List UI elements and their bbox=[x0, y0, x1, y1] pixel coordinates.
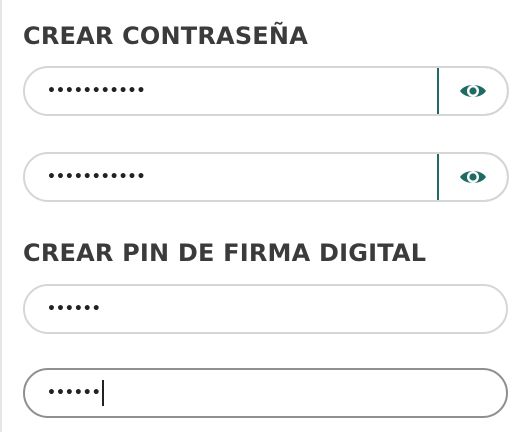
left-edge-divider bbox=[0, 0, 2, 432]
password-field[interactable]: ••••••••••• bbox=[23, 66, 509, 116]
pin-value: •••••• bbox=[47, 301, 101, 317]
show-password-button[interactable] bbox=[437, 68, 507, 114]
confirm-pin-field[interactable]: •••••• bbox=[23, 368, 508, 418]
show-confirm-password-button[interactable] bbox=[437, 154, 507, 200]
confirm-pin-value: •••••• bbox=[47, 385, 101, 401]
eye-icon bbox=[460, 85, 486, 97]
create-pin-heading: CREAR PIN DE FIRMA DIGITAL bbox=[23, 239, 427, 267]
eye-icon bbox=[460, 171, 486, 183]
confirm-password-value: ••••••••••• bbox=[47, 169, 146, 185]
password-value: ••••••••••• bbox=[47, 83, 146, 99]
pin-field[interactable]: •••••• bbox=[23, 284, 508, 334]
text-caret bbox=[101, 380, 104, 406]
confirm-pin-value-wrap: •••••• bbox=[47, 370, 104, 416]
create-password-heading: CREAR CONTRASEÑA bbox=[23, 22, 308, 50]
confirm-password-field[interactable]: ••••••••••• bbox=[23, 152, 509, 202]
